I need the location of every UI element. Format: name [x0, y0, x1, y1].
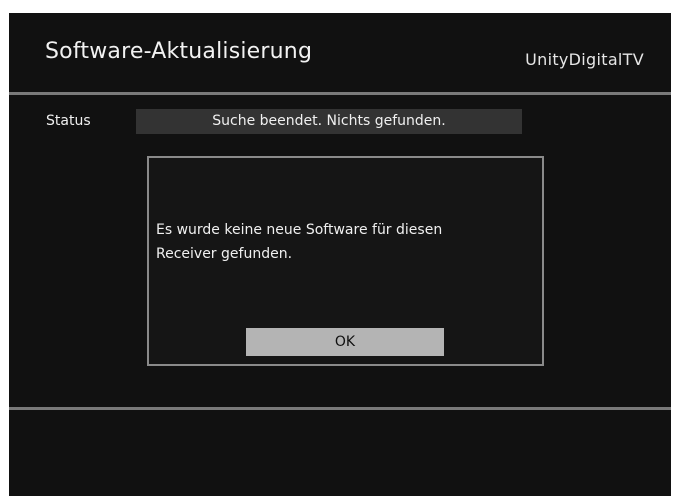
header-divider — [9, 92, 671, 95]
dialog-message: Es wurde keine neue Software für diesen … — [156, 218, 536, 266]
brand-logo: UnityDigitalTV — [525, 50, 644, 69]
info-dialog: Es wurde keine neue Software für diesen … — [147, 156, 544, 366]
dialog-message-line-1: Es wurde keine neue Software für diesen — [156, 222, 443, 238]
status-label: Status — [46, 113, 91, 129]
footer-divider — [9, 407, 671, 410]
dialog-message-line-2: Receiver gefunden. — [156, 246, 293, 262]
tv-screen: Software-Aktualisierung UnityDigitalTV S… — [9, 13, 671, 496]
ok-button[interactable]: OK — [246, 328, 444, 356]
status-value: Suche beendet. Nichts gefunden. — [136, 109, 522, 134]
page-title: Software-Aktualisierung — [45, 39, 313, 64]
